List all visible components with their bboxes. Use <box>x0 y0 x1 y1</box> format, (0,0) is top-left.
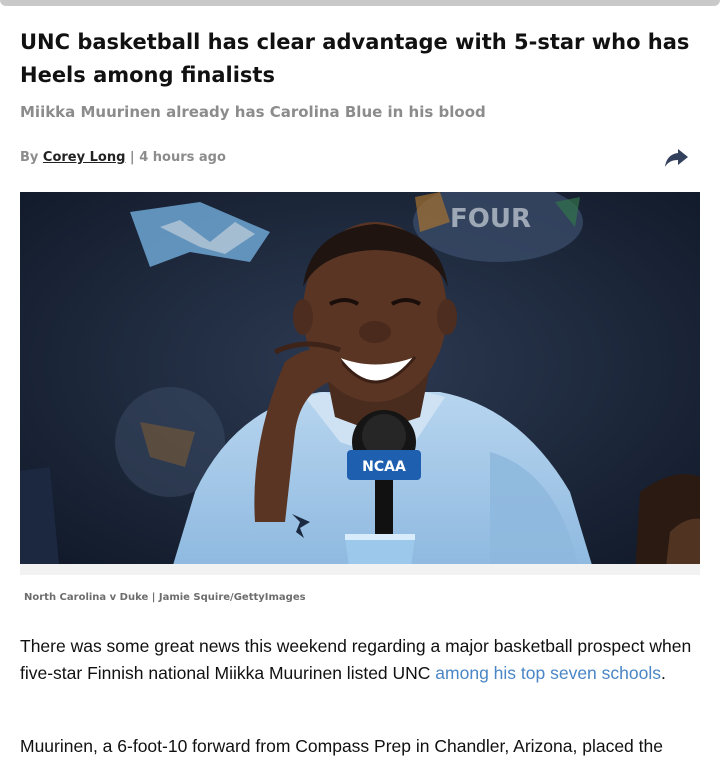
ncaa-mic-flag: NCAA <box>362 459 406 475</box>
top-seven-schools-link[interactable]: among his top seven schools <box>435 663 661 683</box>
byline-separator: | <box>125 150 140 165</box>
publish-time: 4 hours ago <box>139 150 226 165</box>
article-paragraph-1: There was some great news this weekend r… <box>20 633 700 687</box>
backdrop-text: FOUR <box>450 204 531 234</box>
article-subtitle: Miikka Muurinen already has Carolina Blu… <box>20 103 486 121</box>
byline: By Corey Long | 4 hours ago <box>20 148 226 168</box>
article-paragraph-2: Muurinen, a 6-foot-10 forward from Compa… <box>20 736 663 756</box>
byline-prefix: By <box>20 150 43 165</box>
article-title: UNC basketball has clear advantage with … <box>20 30 690 87</box>
top-bar <box>0 0 720 8</box>
article-photo: FOUR NCAA <box>20 192 700 575</box>
share-arrow-icon[interactable] <box>662 144 690 172</box>
author-link[interactable]: Corey Long <box>43 150 125 165</box>
photo-credit: North Carolina v Duke | Jamie Squire/Get… <box>24 592 306 603</box>
paragraph-1-end: . <box>661 663 666 683</box>
